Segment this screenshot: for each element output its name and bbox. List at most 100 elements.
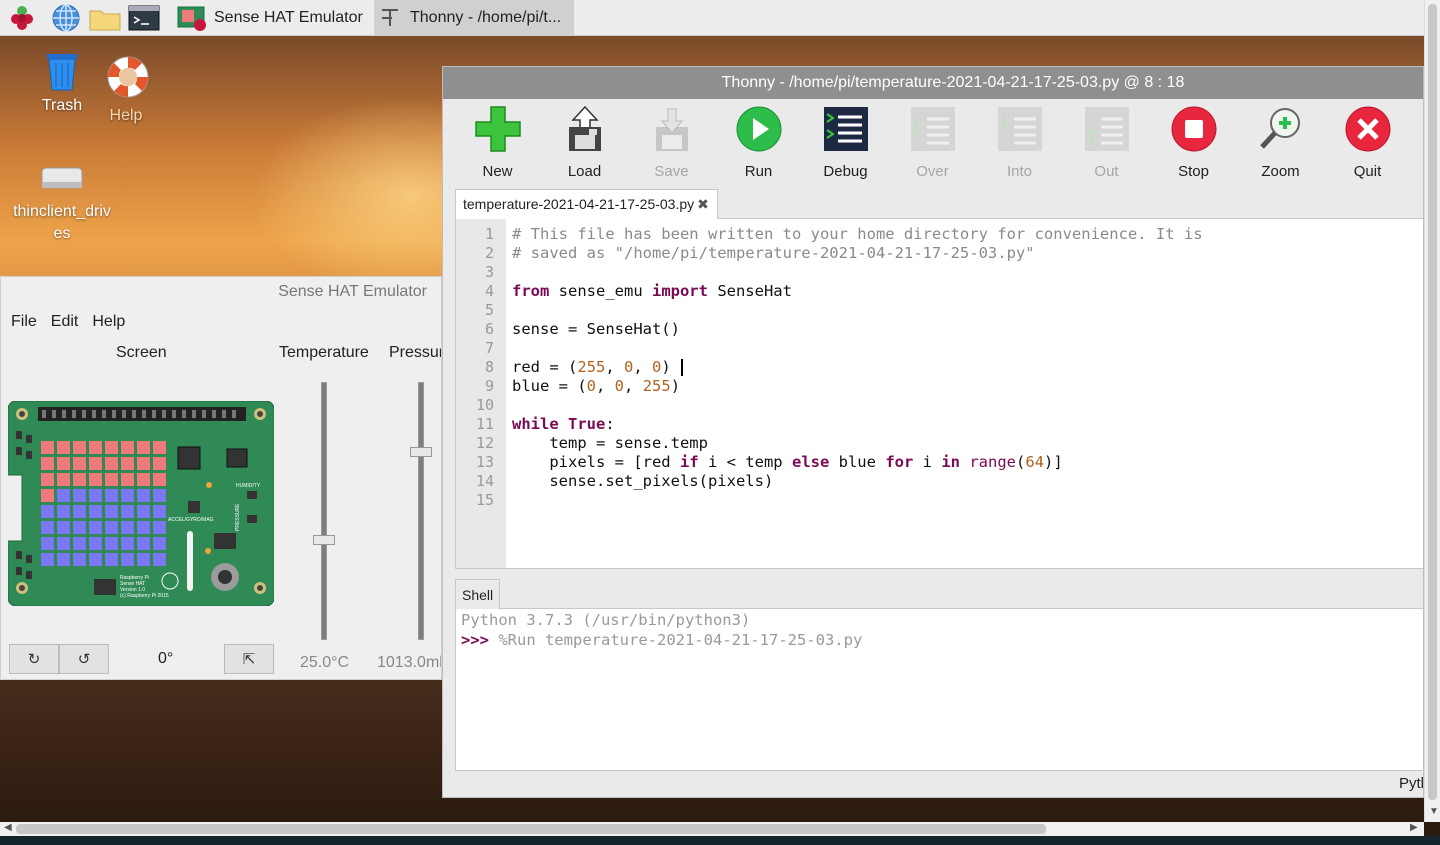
led-pixel: [89, 489, 102, 502]
pressure-slider-track[interactable]: [418, 382, 424, 640]
led-pixel: [121, 553, 134, 566]
code-line[interactable]: while True:: [512, 415, 615, 433]
menu-edit[interactable]: Edit: [51, 313, 79, 331]
run-button[interactable]: Run: [715, 99, 802, 187]
led-pixel: [73, 537, 86, 550]
save-button[interactable]: Save: [628, 99, 715, 187]
terminal-icon[interactable]: [128, 3, 160, 33]
scroll-left-arrow-icon[interactable]: ◀: [4, 822, 12, 833]
taskbar-task-sense-hat[interactable]: Sense HAT Emulator: [172, 0, 372, 36]
menu-file[interactable]: File: [11, 313, 37, 331]
led-pixel: [41, 521, 54, 534]
vertical-scrollbar[interactable]: ▼: [1424, 0, 1440, 822]
code-line[interactable]: # saved as "/home/pi/temperature-2021-04…: [512, 244, 1035, 262]
code-line[interactable]: sense.set_pixels(pixels): [512, 472, 773, 490]
led-pixel: [57, 489, 70, 502]
raspberry-menu-icon[interactable]: [6, 3, 38, 33]
taskbar-task-thonny[interactable]: Thonny - /home/pi/t...: [374, 0, 574, 36]
line-number: 14: [475, 472, 494, 490]
scroll-right-arrow-icon[interactable]: ▶: [1410, 822, 1418, 833]
shell-console[interactable]: Python 3.7.3 (/usr/bin/python3) >>> %Run…: [455, 609, 1423, 771]
humidity-board-label: HUMIDITY: [236, 483, 261, 489]
led-pixel: [105, 489, 118, 502]
text-cursor: [681, 359, 683, 376]
horizontal-scrollbar[interactable]: ◀ ▶: [0, 822, 1424, 836]
line-number-gutter: 1 2 3 4 5 6 7 8 9 10 11 12 13 14 15: [456, 219, 506, 568]
led-pixel: [153, 553, 166, 566]
led-pixel: [105, 553, 118, 566]
web-browser-icon[interactable]: [50, 3, 82, 33]
code-line[interactable]: red = (255, 0, 0): [512, 358, 671, 376]
desktop-icon-help[interactable]: Help: [98, 52, 154, 125]
close-tab-icon[interactable]: ✖: [697, 196, 709, 212]
code-line[interactable]: temp = sense.temp: [512, 434, 708, 452]
code-line[interactable]: from sense_emu import SenseHat: [512, 282, 792, 300]
new-button[interactable]: New: [454, 99, 541, 187]
led-pixel: [73, 473, 86, 486]
desktop-icon-trash[interactable]: Trash: [32, 50, 92, 115]
led-pixel: [153, 489, 166, 502]
sense-hat-titlebar[interactable]: Sense HAT Emulator: [1, 277, 441, 307]
temperature-slider-knob[interactable]: [313, 535, 335, 545]
code-editor[interactable]: 1 2 3 4 5 6 7 8 9 10 11 12 13 14 15 # This file has be…: [455, 219, 1423, 569]
led-pixel: [73, 457, 86, 470]
led-pixel: [89, 521, 102, 534]
horizontal-scrollbar-thumb[interactable]: [16, 824, 1046, 834]
zoom-button[interactable]: Zoom: [1237, 99, 1324, 187]
stop-button[interactable]: Stop: [1150, 99, 1237, 187]
sense-hat-board: HUMIDITY ACCEL/GYRO/MAG PRESSURE Raspber…: [7, 400, 275, 607]
step-into-button[interactable]: Into: [976, 99, 1063, 187]
shell-command-line: >>> %Run temperature-2021-04-21-17-25-03…: [461, 631, 862, 649]
led-pixel: [89, 441, 102, 454]
led-pixel: [41, 457, 54, 470]
led-pixel: [153, 457, 166, 470]
code-line[interactable]: pixels = [red if i < temp else blue for …: [512, 453, 1062, 471]
new-plus-icon: [474, 106, 521, 152]
led-pixel: [41, 473, 54, 486]
led-pixel: [57, 457, 70, 470]
orientation-button[interactable]: ⇱: [224, 644, 274, 674]
load-button[interactable]: Load: [541, 99, 628, 187]
led-pixel: [121, 489, 134, 502]
line-number: 8: [484, 358, 494, 376]
led-pixel: [73, 553, 86, 566]
rotate-counterclockwise-button[interactable]: ↺: [59, 644, 109, 674]
code-line[interactable]: # This file has been written to your hom…: [512, 225, 1203, 243]
step-out-button[interactable]: Out: [1063, 99, 1150, 187]
stop-icon: [1171, 106, 1216, 152]
desktop-icon-thinclient-drives[interactable]: thinclient_drives: [10, 160, 114, 245]
led-pixel: [41, 489, 54, 502]
led-pixel: [153, 473, 166, 486]
vertical-scrollbar-thumb[interactable]: [1428, 4, 1437, 800]
shell-tabbar: Shell: [455, 579, 1423, 609]
code-line[interactable]: blue = (0, 0, 255): [512, 377, 680, 395]
step-over-icon: [910, 107, 955, 151]
drive-icon: [41, 167, 83, 189]
screen-label: Screen: [116, 344, 167, 361]
step-over-button[interactable]: Over: [889, 99, 976, 187]
thonny-titlebar[interactable]: Thonny - /home/pi/temperature-2021-04-21…: [443, 67, 1423, 99]
led-pixel: [121, 521, 134, 534]
led-pixel: [153, 505, 166, 518]
file-manager-icon[interactable]: [88, 3, 121, 33]
scroll-down-arrow-icon[interactable]: ▼: [1429, 806, 1439, 817]
led-pixel: [89, 505, 102, 518]
shell-tab[interactable]: Shell: [455, 579, 501, 609]
led-pixel: [153, 521, 166, 534]
editor-tab[interactable]: temperature-2021-04-21-17-25-03.py ✖: [455, 189, 718, 219]
led-pixel: [73, 489, 86, 502]
pressure-slider-knob[interactable]: [410, 446, 432, 457]
temperature-slider-track[interactable]: [321, 382, 327, 640]
led-pixel: [121, 441, 134, 454]
code-line[interactable]: sense = SenseHat(): [512, 320, 680, 338]
led-pixel: [89, 553, 102, 566]
led-pixel: [105, 537, 118, 550]
led-pixel: [57, 553, 70, 566]
line-number: 7: [484, 339, 494, 357]
led-pixel: [137, 457, 150, 470]
debug-button[interactable]: Debug: [802, 99, 889, 187]
rotate-clockwise-button[interactable]: ↻: [9, 644, 59, 674]
sense-hat-menubar: File Edit Help: [1, 307, 441, 337]
quit-button[interactable]: Quit: [1324, 99, 1411, 187]
menu-help[interactable]: Help: [92, 313, 125, 331]
